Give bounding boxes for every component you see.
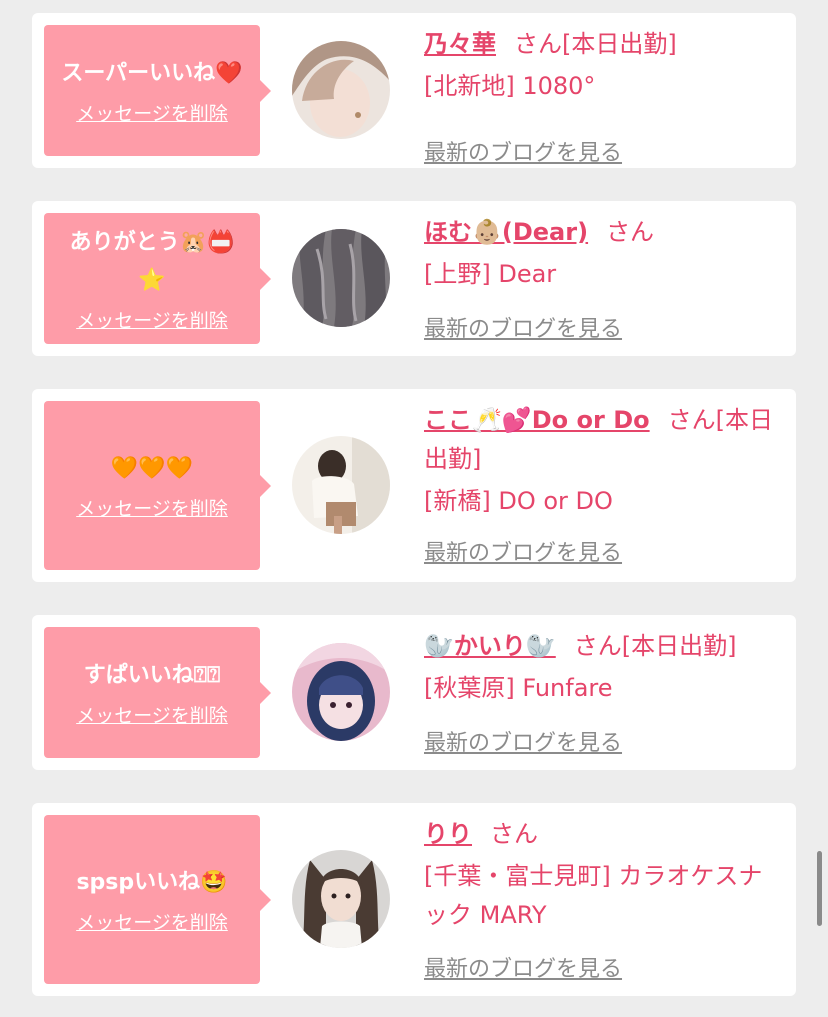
shop-text: [秋葉原] Funfare	[424, 674, 613, 702]
girl-name-link[interactable]: ここ🥂💕Do or Do	[424, 406, 650, 434]
message-bubble: spspいいね🤩 メッセージを削除	[44, 815, 271, 984]
message-text: ありがとう🐹📛⭐️	[69, 230, 235, 293]
avatar[interactable]	[292, 850, 390, 948]
shop-text: [上野] Dear	[424, 260, 557, 288]
girl-info: ほむ👶🏼(Dear) さん [上野] Dear 最新のブログを見る	[424, 213, 780, 342]
shop-text: [新橋] DO or DO	[424, 487, 613, 515]
avatar[interactable]	[292, 436, 390, 534]
like-card: すぱいいね⍰⍰ メッセージを削除 🦭かいり🦭 さん[本日出勤] [秋葉原] Fun…	[32, 615, 796, 770]
name-suffix: さん	[606, 218, 655, 246]
delete-message-link[interactable]: メッセージを削除	[76, 701, 228, 728]
name-line: ここ🥂💕Do or Do さん[本日出勤]	[424, 401, 780, 479]
avatar[interactable]	[292, 643, 390, 741]
like-card: spspいいね🤩 メッセージを削除 りり さん [千葉・富士見町] カラオケスナッ…	[32, 803, 796, 996]
latest-blog-link[interactable]: 最新のブログを見る	[424, 535, 622, 567]
message-text: 🧡🧡🧡	[110, 456, 194, 481]
girl-info: ここ🥂💕Do or Do さん[本日出勤] [新橋] DO or DO 最新のブロ…	[424, 401, 780, 566]
girl-name-link[interactable]: りり	[424, 820, 472, 848]
girl-name-link[interactable]: 乃々華	[424, 30, 496, 58]
latest-blog-link[interactable]: 最新のブログを見る	[424, 311, 622, 343]
message-text: すぱいいね⍰⍰	[83, 663, 221, 688]
girl-name-link[interactable]: 🦭かいり🦭	[424, 632, 556, 660]
message-bubble: すぱいいね⍰⍰ メッセージを削除	[44, 627, 271, 758]
delete-message-link[interactable]: メッセージを削除	[76, 99, 228, 126]
like-card: 🧡🧡🧡 メッセージを削除 ここ🥂💕Do or Do さん[本日出勤] [新橋] D…	[32, 389, 796, 582]
avatar[interactable]	[292, 41, 390, 139]
girl-info: 乃々華 さん[本日出勤] [北新地] 1080° 最新のブログを見る	[424, 25, 780, 166]
delete-message-link[interactable]: メッセージを削除	[76, 908, 228, 935]
name-line: 乃々華 さん[本日出勤]	[424, 25, 780, 64]
shop-text: [北新地] 1080°	[424, 72, 596, 100]
name-line: ほむ👶🏼(Dear) さん	[424, 213, 780, 252]
name-suffix: さん[本日出勤]	[514, 30, 677, 58]
avatar[interactable]	[292, 229, 390, 327]
girl-name-link[interactable]: ほむ👶🏼(Dear)	[424, 218, 588, 246]
message-text: スーパーいいね❤️	[61, 61, 243, 86]
latest-blog-link[interactable]: 最新のブログを見る	[424, 135, 622, 167]
name-line: りり さん	[424, 815, 780, 854]
message-bubble: ありがとう🐹📛⭐️ メッセージを削除	[44, 213, 271, 344]
name-suffix: さん[本日出勤]	[573, 632, 737, 660]
message-text: spspいいね🤩	[76, 870, 228, 895]
name-line: 🦭かいり🦭 さん[本日出勤]	[424, 627, 780, 666]
shop-text: [千葉・富士見町] カラオケスナック MARY	[424, 862, 763, 929]
scrollbar[interactable]	[817, 851, 822, 926]
delete-message-link[interactable]: メッセージを削除	[76, 306, 228, 333]
girl-info: りり さん [千葉・富士見町] カラオケスナック MARY 最新のブログを見る	[424, 815, 780, 982]
message-bubble: 🧡🧡🧡 メッセージを削除	[44, 401, 271, 570]
message-bubble: スーパーいいね❤️ メッセージを削除	[44, 25, 271, 156]
delete-message-link[interactable]: メッセージを削除	[76, 494, 228, 521]
latest-blog-link[interactable]: 最新のブログを見る	[424, 951, 622, 983]
girl-info: 🦭かいり🦭 さん[本日出勤] [秋葉原] Funfare 最新のブログを見る	[424, 627, 780, 756]
latest-blog-link[interactable]: 最新のブログを見る	[424, 725, 622, 757]
like-card: ありがとう🐹📛⭐️ メッセージを削除 ほむ👶🏼(Dear) さん [上野] Dea…	[32, 201, 796, 356]
name-suffix: さん	[490, 820, 538, 848]
like-card: スーパーいいね❤️ メッセージを削除 乃々華 さん[本日出勤] [北新地] 108…	[32, 13, 796, 168]
